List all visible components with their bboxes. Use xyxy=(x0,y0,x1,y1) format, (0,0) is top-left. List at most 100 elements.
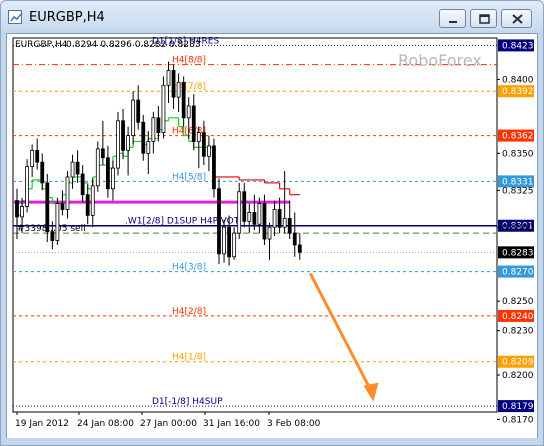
restore-icon xyxy=(479,14,490,24)
level-label: H4[2/8] xyxy=(172,307,206,317)
candle-body xyxy=(25,166,30,207)
candle-body xyxy=(227,226,232,258)
price-tag-label: 0.8209 xyxy=(502,358,534,368)
minimize-icon xyxy=(449,21,457,23)
candle-body xyxy=(121,120,125,151)
level-label: H4[1/8] xyxy=(172,353,206,363)
level-label: .W1[2/8] D1SUP H4PIVOT xyxy=(125,217,240,227)
candle-body xyxy=(75,161,80,175)
candle-body xyxy=(242,191,247,222)
forecast-arrow-shaft xyxy=(309,273,372,392)
title-bar[interactable]: EURGBP,H4 xyxy=(1,1,543,33)
candle-body xyxy=(161,84,166,134)
current-price-label: 0.8283 xyxy=(502,248,534,258)
candle-body xyxy=(55,203,60,241)
candle-body xyxy=(35,149,40,163)
candle-body xyxy=(206,145,211,157)
x-tick-label: 3 Feb 08:00 xyxy=(267,419,321,429)
forecast-arrow-head xyxy=(363,382,379,402)
candle-body xyxy=(111,167,115,190)
window-title: EURGBP,H4 xyxy=(29,10,105,25)
minimize-button[interactable] xyxy=(439,9,466,28)
candle-body xyxy=(247,212,252,222)
level-label: D1[-1/8] H4SUP xyxy=(152,397,223,407)
y-tick-label: 0.8350 xyxy=(502,149,534,159)
candle-body xyxy=(85,194,90,216)
candle-body xyxy=(232,232,237,258)
candle-body xyxy=(267,226,272,240)
candle-body xyxy=(201,132,206,157)
y-tick-label: 0.8230 xyxy=(502,327,534,337)
candle-body xyxy=(70,161,75,178)
candle-body xyxy=(146,141,151,154)
candle-body xyxy=(292,232,297,246)
level-label: H4[8/8] xyxy=(172,56,206,66)
level-label: H4[3/8] xyxy=(172,263,206,273)
candle-body xyxy=(15,200,19,218)
candle-body xyxy=(277,209,282,228)
bottom-strip xyxy=(6,438,538,442)
candle-body xyxy=(141,121,146,154)
level-label: H4[5/8] xyxy=(172,172,206,182)
price-tag-label: 0.8179 xyxy=(502,402,534,412)
candle-body xyxy=(156,117,161,134)
candle-body xyxy=(40,161,45,184)
price-tag-label: 0.8270 xyxy=(502,268,534,278)
y-tick-label: 0.8200 xyxy=(502,371,534,381)
candle-body xyxy=(90,185,95,216)
candle-body xyxy=(151,117,156,142)
candle-body xyxy=(252,212,257,225)
candle-body xyxy=(60,203,65,210)
price-tag-label: 0.8240 xyxy=(502,312,534,322)
candle-body xyxy=(131,99,136,136)
candle-body xyxy=(65,176,70,210)
candle-body xyxy=(237,191,242,234)
candle-body xyxy=(257,203,262,225)
candle-body xyxy=(20,206,24,218)
close-icon xyxy=(512,14,523,24)
candle-body xyxy=(136,99,141,123)
x-tick-label: 27 Jan 00:00 xyxy=(140,419,197,429)
price-chart[interactable]: D1[1/8] H4RESH4[8/8]H4[7/8]H4[6/8]H4[5/8… xyxy=(7,34,537,438)
candle-body xyxy=(282,217,287,228)
close-button[interactable] xyxy=(501,9,532,28)
x-tick-label: 31 Jan 16:00 xyxy=(203,419,260,429)
candle-body xyxy=(171,70,176,98)
candle-body xyxy=(297,244,302,253)
y-tick-label: 0.8300 xyxy=(502,223,534,233)
candle-body xyxy=(176,81,181,98)
candle-body xyxy=(45,182,50,233)
watermark: RoboForex xyxy=(398,51,482,70)
candle-body xyxy=(191,105,196,142)
y-tick-label: 0.8250 xyxy=(502,297,534,307)
candle-body xyxy=(222,226,226,255)
restore-button[interactable] xyxy=(470,9,497,28)
y-tick-label: 0.8170 xyxy=(502,415,534,425)
ohlc-header: 0.8294 0.8296 0.8282 0.8283 xyxy=(66,40,201,50)
chart-window-icon xyxy=(8,10,22,24)
candle-body xyxy=(272,209,277,228)
candle-body xyxy=(100,148,105,159)
chart-area[interactable]: D1[1/8] H4RESH4[8/8]H4[7/8]H4[6/8]H4[5/8… xyxy=(6,33,538,439)
candle-body xyxy=(126,135,130,151)
candle-body xyxy=(262,203,267,240)
y-tick-label: 0.8400 xyxy=(502,75,534,85)
x-tick-label: 24 Jan 08:00 xyxy=(77,419,134,429)
price-tag-label: 0.8423 xyxy=(502,41,534,51)
candle-body xyxy=(95,148,100,187)
chart-window: EURGBP,H4 D1[1/8] H4RES H4[8/8] H4[7/8] H4[… xyxy=(0,0,544,446)
candle-body xyxy=(30,149,35,168)
price-tag-label: 0.8362 xyxy=(502,132,534,142)
candle-body xyxy=(186,105,191,119)
candle-body xyxy=(181,81,186,119)
candle-body xyxy=(166,70,171,86)
y-tick-label: 0.8325 xyxy=(502,186,534,196)
candle-body xyxy=(287,217,292,234)
candle-body xyxy=(106,157,110,190)
price-tag-label: 0.8392 xyxy=(502,87,534,97)
candle-body xyxy=(50,231,55,241)
candle-body xyxy=(116,120,120,169)
candle-body xyxy=(217,188,221,255)
candle-body xyxy=(80,173,85,196)
candle-body xyxy=(196,132,201,142)
